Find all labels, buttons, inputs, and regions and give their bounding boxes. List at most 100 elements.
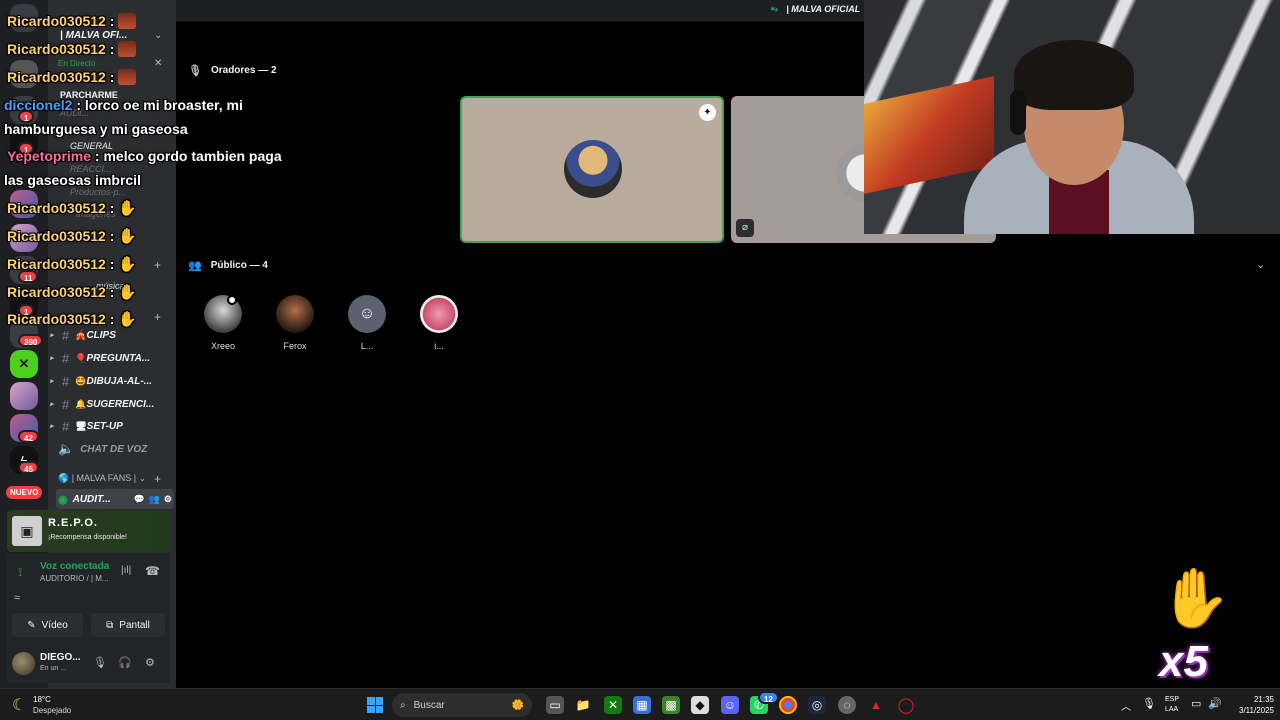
- user-status: En un ...: [40, 665, 67, 672]
- server-icon[interactable]: ✕: [10, 350, 38, 378]
- chat-text: :: [109, 256, 115, 272]
- server-icon[interactable]: [10, 382, 38, 410]
- invite-icon[interactable]: 👥: [149, 494, 160, 505]
- audience-label: Público — 4: [210, 260, 268, 271]
- channel-dibuja[interactable]: ▸ # 🤩DIBUJA-AL-...: [50, 371, 152, 391]
- muted-mic-icon: ⌀: [736, 219, 754, 237]
- live-indicator: En Directo: [58, 59, 96, 68]
- audience-member[interactable]: i...: [411, 295, 467, 351]
- speaker-tile[interactable]: ✦: [460, 96, 724, 243]
- username[interactable]: DIEGO...: [40, 652, 81, 663]
- task-view-icon[interactable]: ▭: [546, 696, 564, 714]
- minecraft-icon[interactable]: ▩: [662, 696, 680, 714]
- channel-chat-de-voz[interactable]: 🔈 CHAT DE VOZ: [58, 439, 147, 459]
- chat-username: Ricardo030512: [7, 311, 106, 327]
- screen-share-button[interactable]: ⧉ Pantall: [91, 613, 165, 637]
- signal-icon[interactable]: ⟟: [18, 565, 22, 580]
- obs-icon[interactable]: ◌: [838, 696, 856, 714]
- chat-message: Ricardo030512 : ✋: [7, 283, 137, 301]
- chat-username: Ricardo030512: [7, 284, 106, 300]
- video-button[interactable]: ✎ Vídeo: [12, 613, 83, 637]
- avatar[interactable]: [12, 652, 35, 675]
- search-placeholder: Buscar: [413, 699, 445, 711]
- channel-emoji: 🎪: [75, 329, 87, 340]
- streamer: [934, 20, 1194, 234]
- audience-member[interactable]: Xreeo: [195, 295, 251, 351]
- category-malva-fans[interactable]: 🌎 | MALVA FANS | ⌄: [58, 473, 146, 484]
- roblox-icon[interactable]: ◆: [691, 696, 709, 714]
- game-app-icon[interactable]: ▲: [867, 696, 885, 714]
- avatar: [564, 140, 622, 198]
- steam-icon[interactable]: ◎: [808, 696, 826, 714]
- channel-sugerencias[interactable]: ▸ # 🔔SUGERENCI...: [50, 394, 154, 414]
- chat-icon[interactable]: 💬: [133, 494, 144, 505]
- chat-message: las gaseosas imbrcil: [4, 172, 141, 188]
- add-channel-icon[interactable]: +: [154, 310, 161, 324]
- headphones-icon[interactable]: 🎧: [118, 656, 132, 669]
- store-icon[interactable]: ▦: [633, 696, 651, 714]
- chat-username: Ricardo030512: [7, 69, 106, 85]
- noise-suppression-icon[interactable]: ≈: [14, 592, 20, 604]
- channel-clips[interactable]: ▸ # 🎪CLIPS: [50, 325, 116, 345]
- voice-location[interactable]: AUDITORIO / | M...: [40, 574, 109, 583]
- chevron-up-icon[interactable]: ︿: [1121, 698, 1131, 713]
- voice-status-label[interactable]: Voz conectada: [40, 561, 109, 572]
- channel-pregunta[interactable]: ▸ # 🎈PREGUNTA...: [50, 348, 150, 368]
- server-name[interactable]: | MALVA OFI...: [60, 30, 127, 41]
- audience-member[interactable]: Ferox: [267, 295, 323, 351]
- chevron-down-icon[interactable]: ⌄: [1256, 258, 1265, 271]
- microphone-icon[interactable]: 🎙: [93, 656, 107, 669]
- close-icon[interactable]: ✕: [154, 58, 162, 69]
- clock-time[interactable]: 21:35: [1238, 695, 1274, 704]
- new-badge: NUEVO: [6, 486, 43, 499]
- clap-emote-icon: ✋: [118, 284, 138, 301]
- weather-temperature[interactable]: 18°C: [33, 695, 51, 704]
- gear-icon[interactable]: ⚙: [164, 494, 172, 505]
- stage-icon: ⥱: [771, 4, 779, 14]
- moon-icon[interactable]: ☾: [12, 695, 26, 715]
- chat-username: Yepetoprime: [7, 148, 92, 164]
- chat-message: Ricardo030512 :: [7, 41, 137, 57]
- channel-label: AUDIT...: [72, 493, 111, 505]
- microphone-icon[interactable]: 🎙: [1142, 697, 1156, 710]
- keyboard-layout[interactable]: LAA: [1165, 706, 1178, 713]
- clap-emote-icon: ✋: [118, 200, 138, 217]
- reward-card[interactable]: ▣ R.E.P.O. ¡Recompensa disponible!: [7, 510, 170, 552]
- avatar: [276, 295, 314, 333]
- network-icon[interactable]: ▭: [1191, 697, 1201, 710]
- file-explorer-icon[interactable]: 📁: [574, 696, 592, 714]
- channel-auditorio[interactable]: ◉ AUDIT... 💬 👥 ⚙: [56, 489, 174, 509]
- soundboard-icon[interactable]: |ıl|: [121, 565, 131, 576]
- channel-setup[interactable]: ▸ # 🖥SET-UP: [50, 416, 123, 436]
- language-indicator[interactable]: ESP: [1165, 696, 1179, 703]
- volume-icon[interactable]: 🔊: [1208, 697, 1222, 710]
- discord-icon[interactable]: ☺: [721, 696, 739, 714]
- channel-faint[interactable]: Productos-p...: [70, 187, 126, 197]
- chevron-down-icon[interactable]: ⌄: [154, 30, 162, 41]
- camera-off-icon: ✎: [27, 619, 36, 631]
- xbox-icon[interactable]: ✕: [604, 696, 622, 714]
- mention-badge: 42: [18, 430, 39, 443]
- caret-icon: ▸: [50, 401, 54, 408]
- audience-member[interactable]: ☺ L...: [339, 295, 395, 351]
- disconnect-icon[interactable]: ☎: [145, 564, 160, 578]
- chat-text: :: [109, 41, 115, 57]
- speakers-header: 🎙 Oradores — 2: [188, 64, 277, 77]
- clap-emote-icon: ✋: [1159, 566, 1232, 631]
- stage-title-label: | MALVA OFICIAL: [786, 4, 861, 14]
- weather-description[interactable]: Despejado: [33, 706, 71, 715]
- add-channel-icon[interactable]: +: [154, 258, 161, 272]
- start-button[interactable]: [367, 697, 383, 713]
- search-input[interactable]: ⌕ Buscar 🌼: [392, 693, 532, 717]
- clock-date[interactable]: 3/11/2025: [1226, 706, 1274, 715]
- chat-username: diccionel2: [4, 97, 73, 113]
- gear-icon[interactable]: ⚙: [145, 656, 155, 669]
- chrome-icon[interactable]: [779, 696, 797, 714]
- add-channel-icon[interactable]: +: [154, 472, 161, 486]
- mention-badge: 45: [18, 461, 39, 474]
- channel-emoji: 🖥: [75, 420, 87, 431]
- chat-message: Ricardo030512 : ✋: [7, 310, 137, 328]
- chat-username: Ricardo030512: [7, 256, 106, 272]
- combo-multiplier: x5: [1159, 637, 1208, 686]
- opera-gx-icon[interactable]: ◯: [897, 696, 915, 714]
